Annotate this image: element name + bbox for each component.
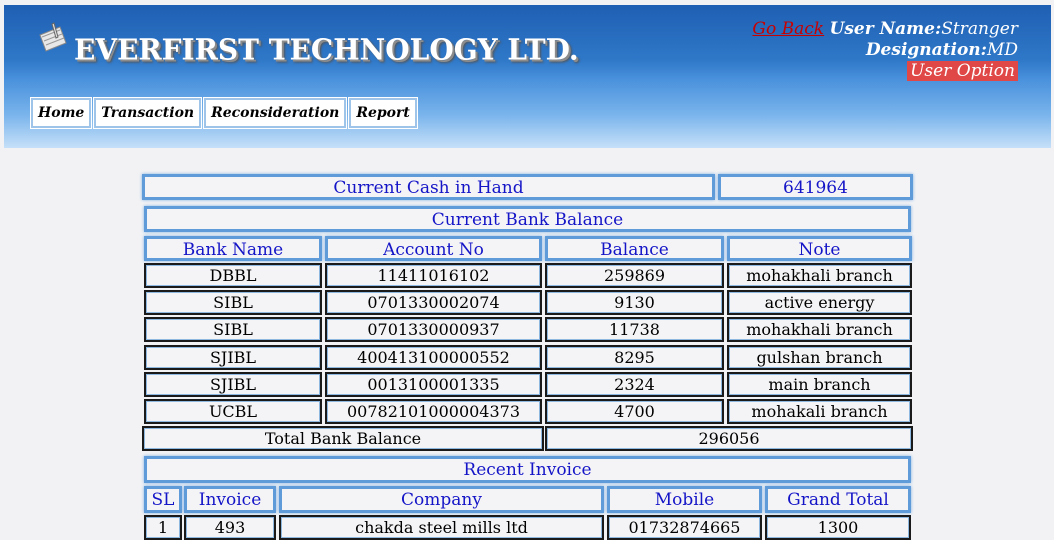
note-header: Note: [727, 236, 912, 261]
designation-label: Designation:: [865, 40, 987, 60]
company-header: Company: [279, 486, 604, 513]
account-no-cell: 0701330000937: [325, 317, 542, 343]
bank-name-cell: UCBL: [144, 399, 322, 424]
main-nav: Home Transaction Reconsideration Report: [29, 97, 418, 129]
bank-name-cell: SIBL: [144, 290, 322, 316]
account-no-cell: 0701330002074: [325, 290, 542, 316]
note-cell: mohakhali branch: [727, 317, 912, 343]
bank-name-header: Bank Name: [144, 236, 322, 261]
balance-header: Balance: [545, 236, 724, 261]
bank-name-cell: SIBL: [144, 317, 322, 343]
brand-title: EVERFIRST TECHNOLOGY LTD.: [74, 32, 579, 67]
note-cell: main branch: [727, 371, 912, 397]
sl-header: SL: [144, 486, 182, 513]
account-no-cell: 00782101000004373: [325, 399, 542, 424]
balance-cell: 4700: [545, 399, 724, 424]
note-cell: gulshan branch: [727, 344, 912, 370]
bank-name-cell: SJIBL: [144, 344, 322, 370]
note-cell: mohakali branch: [727, 399, 912, 424]
note-cell: active energy: [727, 290, 912, 316]
user-name-value: Stranger: [941, 19, 1018, 39]
balance-cell: 8295: [545, 344, 724, 370]
account-no-cell: 0013100001335: [325, 371, 542, 397]
mobile-header: Mobile: [607, 486, 762, 513]
account-no-cell: 11411016102: [325, 263, 542, 288]
go-back-link[interactable]: Go Back: [752, 19, 824, 39]
invoice-cell: 493: [184, 515, 276, 540]
note-cell: mohakhali branch: [727, 263, 912, 288]
nav-reconsideration[interactable]: Reconsideration: [203, 97, 348, 129]
cash-in-hand-label: Current Cash in Hand: [142, 174, 715, 200]
nav-home[interactable]: Home: [29, 97, 93, 129]
sl-cell: 1: [144, 515, 182, 540]
mobile-cell: 01732874665: [607, 515, 762, 540]
grand-total-cell: 1300: [765, 515, 911, 540]
total-bank-balance-value: 296056: [545, 426, 913, 452]
recent-invoice-title: Recent Invoice: [144, 456, 911, 483]
user-info: Go Back User Name:Stranger Designation:M…: [752, 19, 1018, 82]
nav-report[interactable]: Report: [348, 97, 418, 129]
bank-balance-title: Current Bank Balance: [144, 206, 911, 232]
user-option-button[interactable]: User Option: [907, 61, 1018, 81]
grand-total-header: Grand Total: [765, 486, 911, 513]
invoice-header: Invoice: [184, 486, 276, 513]
nav-transaction[interactable]: Transaction: [93, 97, 203, 129]
notepad-logo-icon: [39, 22, 67, 52]
total-bank-balance-label: Total Bank Balance: [142, 426, 544, 452]
cash-in-hand-value: 641964: [718, 174, 913, 200]
account-no-cell: 400413100000552: [325, 344, 542, 370]
designation-value: MD: [986, 40, 1018, 60]
company-cell: chakda steel mills ltd: [279, 515, 604, 540]
balance-cell: 2324: [545, 371, 724, 397]
bank-name-cell: SJIBL: [144, 371, 322, 397]
balance-cell: 9130: [545, 290, 724, 316]
balance-cell: 11738: [545, 317, 724, 343]
user-name-label: User Name:: [829, 19, 942, 39]
balance-cell: 259869: [545, 263, 724, 288]
account-no-header: Account No: [325, 236, 542, 261]
site-header: EVERFIRST TECHNOLOGY LTD. Go Back User N…: [4, 5, 1051, 148]
bank-name-cell: DBBL: [144, 263, 322, 288]
